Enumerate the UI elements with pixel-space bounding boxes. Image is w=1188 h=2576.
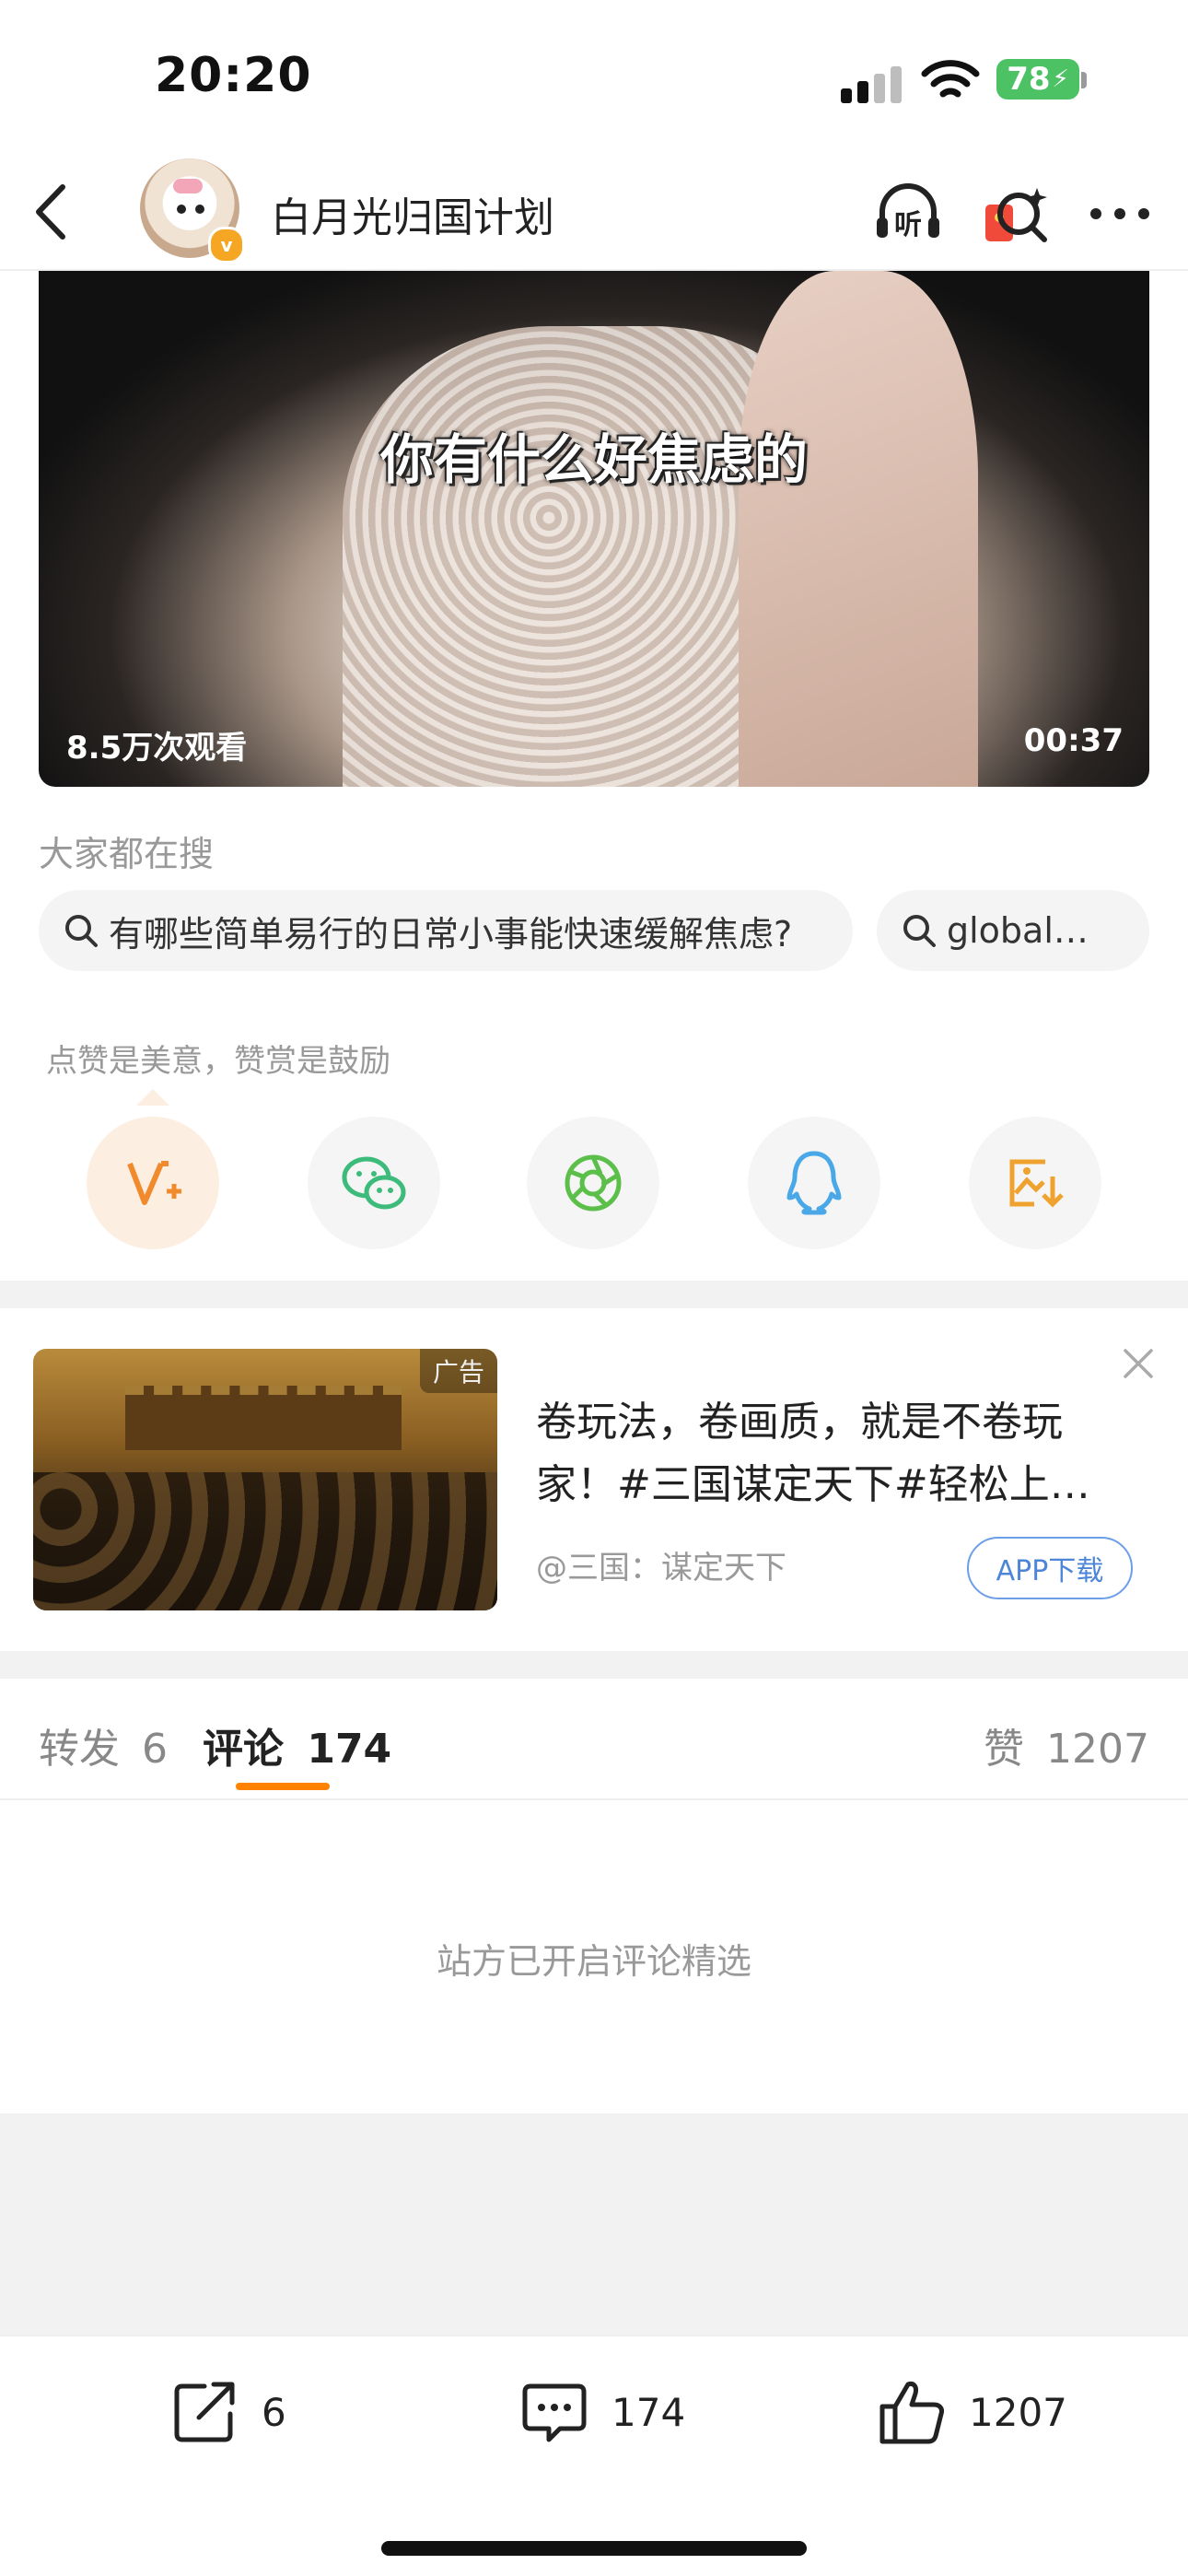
battery-level: 78	[1007, 61, 1051, 98]
comment-button[interactable]: 174	[518, 2375, 685, 2449]
search-icon	[903, 915, 936, 947]
app-download-button[interactable]: APP下载	[967, 1537, 1133, 1599]
empty-area	[0, 2113, 1188, 2335]
search-icon	[65, 915, 98, 947]
share-icon	[174, 2382, 235, 2442]
battery-indicator: 78 ⚡	[996, 59, 1079, 100]
listen-icon[interactable]: 听	[871, 177, 945, 251]
red-packet-search-icon[interactable]	[980, 177, 1054, 251]
ad-tag: 广告	[419, 1349, 497, 1393]
ad-image[interactable]: 广告	[33, 1349, 497, 1610]
share-wechat-button[interactable]	[308, 1117, 440, 1249]
moments-icon	[565, 1154, 622, 1212]
comment-count: 174	[611, 2389, 686, 2435]
tab-comment-label: 评论	[203, 1726, 284, 1773]
hint-pointer	[136, 1089, 169, 1106]
hot-search-label: 大家都在搜	[39, 834, 215, 874]
close-icon[interactable]	[1120, 1345, 1157, 1382]
video-views: 8.5万次观看	[66, 730, 248, 767]
more-icon[interactable]	[1083, 177, 1157, 251]
video-subtitle: 你有什么好焦虑的	[379, 428, 808, 491]
search-suggestion-chip[interactable]: global…	[877, 890, 1149, 971]
section-gap	[0, 1651, 1188, 1679]
qq-icon	[786, 1151, 842, 1215]
share-moments-button[interactable]	[527, 1117, 659, 1249]
tab-repost-label: 转发	[39, 1726, 120, 1773]
reward-hint: 点赞是美意，赞赏是鼓励	[46, 1043, 390, 1080]
active-tab-indicator	[236, 1783, 330, 1790]
share-button[interactable]: 6	[168, 2375, 286, 2449]
save-image-button[interactable]	[969, 1117, 1101, 1249]
tab-comment-count: 174	[307, 1726, 392, 1773]
bottom-divider	[0, 2335, 1188, 2336]
save-image-icon	[1009, 1159, 1064, 1208]
tab-comment[interactable]: 评论 174	[203, 1715, 391, 1774]
video-duration: 00:37	[1023, 722, 1124, 759]
ad-source[interactable]: @三国：谋定天下	[536, 1542, 786, 1587]
wifi-icon	[921, 60, 980, 98]
tab-like[interactable]: 赞 1207	[984, 1715, 1149, 1774]
share-qq-button[interactable]	[748, 1117, 880, 1249]
search-suggestion-chip[interactable]: 有哪些简单易行的日常小事能快速缓解焦虑?	[39, 890, 853, 971]
battery-cap	[1081, 72, 1087, 88]
thumbs-up-icon	[879, 2382, 944, 2444]
tabs-divider	[0, 1798, 1188, 1800]
back-icon[interactable]	[28, 180, 74, 244]
status-time: 20:20	[155, 48, 312, 103]
tab-repost[interactable]: 转发 6	[39, 1715, 168, 1774]
listen-label: 听	[894, 209, 922, 241]
search-suggestion-text: global…	[947, 910, 1089, 951]
share-count: 6	[262, 2389, 286, 2435]
like-count: 1207	[969, 2389, 1067, 2435]
ad-text[interactable]: 卷玩法，卷画质，就是不卷玩家！#三国谋定天下#轻松上…	[536, 1391, 1116, 1516]
wechat-icon	[342, 1156, 406, 1210]
comment-curation-note: 站方已开启评论精选	[436, 1941, 751, 1982]
comment-icon	[522, 2383, 587, 2442]
page-title[interactable]: 白月光归国计划	[271, 184, 554, 243]
home-indicator[interactable]	[381, 2541, 807, 2556]
verified-badge-icon: v	[208, 227, 245, 263]
video-player[interactable]: 你有什么好焦虑的 8.5万次观看 00:37	[39, 271, 1149, 787]
reward-icon	[127, 1161, 181, 1205]
search-suggestion-text: 有哪些简单易行的日常小事能快速缓解焦虑?	[109, 913, 793, 954]
like-button[interactable]: 1207	[875, 2375, 1067, 2449]
tab-like-count: 1207	[1046, 1726, 1149, 1773]
cellular-signal-icon	[841, 64, 903, 103]
reward-button[interactable]	[87, 1117, 219, 1249]
section-gap	[0, 1281, 1188, 1308]
tab-repost-count: 6	[142, 1726, 168, 1773]
tab-like-label: 赞	[984, 1726, 1025, 1773]
